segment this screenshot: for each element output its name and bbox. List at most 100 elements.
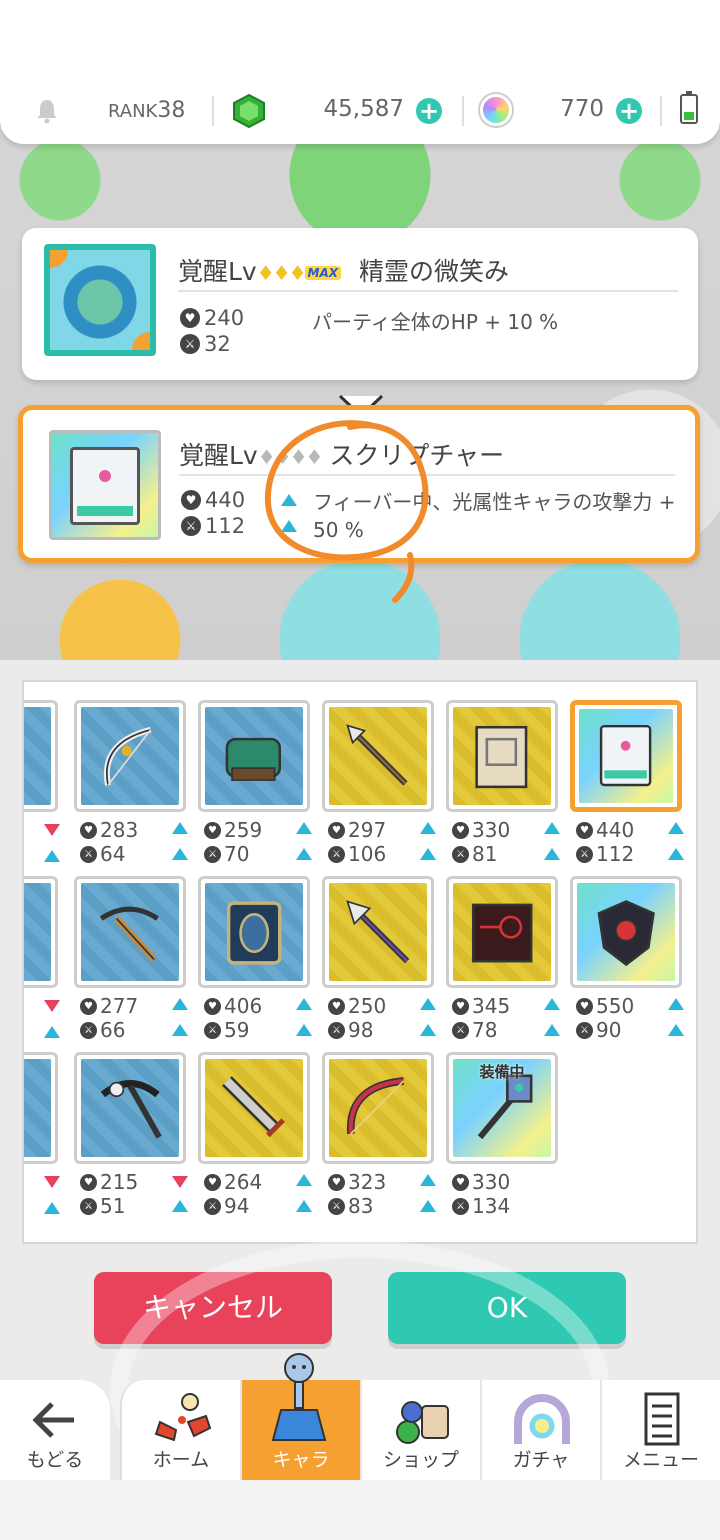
heart-icon: ♥ [204,997,221,1015]
up-arrow-icon [420,1024,436,1036]
equipment-item[interactable]: ♥ 550 ⚔ 90 [570,876,694,1046]
equipment-item[interactable]: ♥ 440 ⚔ 112 [570,700,694,870]
halberd-icon [346,900,410,964]
ability-name: スクリプチャー [329,441,505,470]
gauntlet-icon [225,737,281,781]
equipment-grid[interactable]: ♥ 283 ⚔ 64 ♥ 259 ⚔ 70 ♥ 297 ⚔ 106 ♥ 330 ⚔ 81 ♥ 440 ⚔ 112 ♥ 27… [22,680,698,1244]
red-grimoire-icon [471,903,533,963]
selected-item-tile [570,700,682,812]
item-atk: ⚔ 70 [204,842,249,866]
spirit-orb-icon [44,244,156,356]
item-hp: ♥ 215 [80,1170,138,1194]
partial-item[interactable] [24,700,70,870]
pickaxe-icon [100,1080,162,1139]
up-arrow-icon [172,822,188,834]
item-tile [446,700,558,812]
up-arrow-icon [44,1026,60,1038]
item-tile [24,1052,58,1164]
equipment-item[interactable]: ♥ 330 ⚔ 81 [446,700,570,870]
hp-value: 240 [204,306,245,330]
crossbow-icon [99,906,159,962]
up-arrow-icon [281,494,297,506]
new-ability-card: 覚醒Lv♦♦♦♦ スクリプチャー ♥ 440 ⚔ 112 フィーバー中、光属性キ… [18,405,700,563]
equipment-item[interactable]: ♥ 277 ⚔ 66 [74,876,198,1046]
equipment-item[interactable]: ♥ 215 ⚔ 51 [74,1052,198,1222]
orb-count: 770 [560,96,604,122]
item-atk: ⚔ 90 [576,1018,621,1042]
sword-icon: ⚔ [80,1197,97,1215]
up-arrow-icon [172,1024,188,1036]
equipment-item[interactable]: ♥ 406 ⚔ 59 [198,876,322,1046]
hp-value: 406 [224,994,263,1018]
hp-value: 283 [100,818,139,842]
add-orbs-button[interactable]: + [616,98,642,124]
sword-icon: ⚔ [204,1021,221,1039]
nav-label: ショップ [382,1449,459,1471]
nav-label: ホーム [152,1449,210,1471]
nav-shop[interactable]: ショップ [362,1380,482,1480]
divider [660,96,662,126]
equipment-item[interactable]: ♥ 259 ⚔ 70 [198,700,322,870]
item-tile [198,876,310,988]
nav-menu[interactable]: メニュー [602,1380,720,1480]
awaken-label: 覚醒Lv [178,257,257,286]
add-coins-button[interactable]: + [416,98,442,124]
item-hp: ♥ 440 [576,818,634,842]
equipment-item[interactable]: ♥ 283 ⚔ 64 [74,700,198,870]
nav-home[interactable]: ホーム [122,1380,242,1480]
equipment-item[interactable]: ♥ 250 ⚔ 98 [322,876,446,1046]
atk-value: 78 [472,1018,498,1042]
heart-icon: ♥ [452,821,469,839]
item-tile [446,876,558,988]
sword-icon: ⚔ [452,1197,469,1215]
awaken-stars: ♦♦♦ [256,261,307,285]
bell-icon[interactable] [34,98,60,124]
item-tile [198,1052,310,1164]
heart-icon: ♥ [328,821,345,839]
scripture-book-icon [600,725,652,787]
up-arrow-icon [668,848,684,860]
heart-icon: ♥ [181,490,201,510]
hp-value: 550 [596,994,635,1018]
divider [178,290,678,292]
back-arrow-icon [32,1402,74,1438]
bow-icon [103,726,152,786]
nav-gacha[interactable]: ガチャ [482,1380,602,1480]
up-arrow-icon [172,1200,188,1212]
awaken-label: 覚醒Lv [179,441,258,470]
atk-value: 98 [348,1018,374,1042]
rank-label: RANK [108,101,158,122]
item-hp: ♥ 550 [576,994,634,1018]
back-button[interactable]: もどる [0,1380,110,1480]
atk-value: 112 [205,514,246,538]
hp-value: 297 [348,818,387,842]
item-atk: ⚔ 78 [452,1018,497,1042]
item-atk: ⚔ 59 [204,1018,249,1042]
hp-value: 345 [472,994,511,1018]
up-arrow-icon [544,1024,560,1036]
partial-item[interactable] [24,1052,70,1222]
divider [179,474,675,476]
effect-line: 50 % [313,518,364,542]
partial-item[interactable] [24,876,70,1046]
equipment-item[interactable]: ♥ 297 ⚔ 106 [322,700,446,870]
atk-value: 66 [100,1018,126,1042]
atk-stat: ⚔ 32 [180,332,231,356]
item-tile [322,1052,434,1164]
atk-value: 83 [348,1194,374,1218]
ability-title: 覚醒Lv♦♦♦♦ スクリプチャー [179,436,504,472]
greatsword-icon [221,1075,285,1138]
equipment-item[interactable]: ♥ 264 ⚔ 94 [198,1052,322,1222]
coin-count: 45,587 [323,96,404,122]
ability-effect: パーティ全体のHP + 10 % [312,310,559,334]
red-bow-icon [346,1076,405,1135]
menu-icon [644,1392,680,1446]
equipment-item[interactable]: ♥ 323 ⚔ 83 [322,1052,446,1222]
item-tile [74,876,186,988]
gacha-icon [514,1394,570,1444]
scripture-book-icon [49,430,161,540]
atk-value: 106 [348,842,387,866]
equipment-item[interactable]: 装備中 ♥ 330 ⚔ 134 [446,1052,570,1222]
divider [462,96,464,126]
equipment-item[interactable]: ♥ 345 ⚔ 78 [446,876,570,1046]
